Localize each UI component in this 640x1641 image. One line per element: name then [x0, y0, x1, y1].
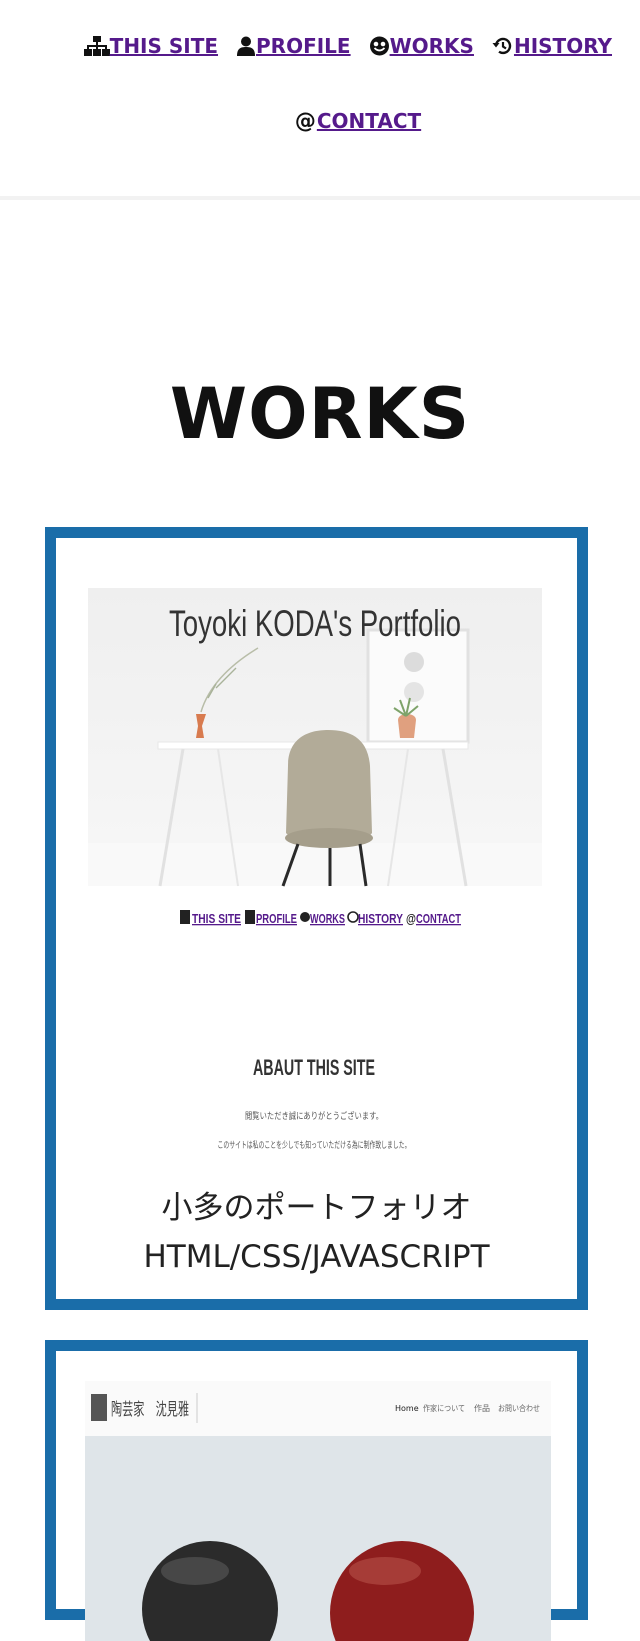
work-thumbnail-portfolio: Toyoki KODA's Portfolio THIS SITE PROFIL… — [88, 588, 542, 1198]
history-icon — [492, 37, 512, 55]
at-icon: @ — [294, 109, 316, 133]
work-tech-stack: HTML/CSS/JAVASCRIPT — [143, 1239, 490, 1275]
portfolio-screenshot-nav-item: PROFILE — [256, 911, 297, 926]
user-icon — [237, 36, 256, 56]
ceramics-screenshot-nav-item: お問い合わせ — [498, 1403, 540, 1413]
work-thumbnail-ceramics: 陶芸家 沈見雅 Home 作家について 作品 お問い合わせ — [85, 1381, 551, 1641]
portfolio-screenshot-image: Toyoki KODA's Portfolio THIS SITE PROFIL… — [88, 588, 542, 1151]
ceramics-screenshot-image: 陶芸家 沈見雅 Home 作家について 作品 お問い合わせ — [85, 1381, 551, 1641]
portfolio-screenshot-nav: THIS SITE PROFILE WORKS HISTORY @ CONTAC… — [180, 910, 461, 926]
nav-link-this-site[interactable]: THIS SITE — [83, 34, 219, 58]
portfolio-screenshot-section-title: ABAUT THIS SITE — [253, 1055, 375, 1080]
nav-link-contact[interactable]: @ CONTACT — [295, 109, 421, 133]
nav-label-works: WORKS — [389, 34, 474, 58]
portfolio-screenshot-nav-item: THIS SITE — [192, 911, 241, 926]
portfolio-screenshot-nav-item: WORKS — [310, 911, 345, 926]
ceramics-screenshot-brand: 陶芸家 沈見雅 — [111, 1400, 189, 1420]
nav-link-history[interactable]: HISTORY — [492, 34, 612, 58]
portfolio-screenshot-text-line: このサイトは私のことを少しでも知っていただける為に制作致しました。 — [218, 1139, 411, 1151]
work-title: 小多のポートフォリオ — [161, 1190, 472, 1226]
sitemap-icon — [83, 36, 110, 56]
nav-link-profile[interactable]: PROFILE — [236, 34, 351, 58]
nav-label-profile: PROFILE — [256, 34, 351, 58]
portfolio-screenshot-text-line: 閲覧いただき誠にありがとうございます。 — [245, 1110, 383, 1122]
portfolio-screenshot-nav-item: CONTACT — [416, 911, 461, 926]
nav-label-history: HISTORY — [513, 34, 612, 58]
portfolio-screenshot-at-icon: @ — [406, 911, 416, 926]
nav-label-contact: CONTACT — [316, 109, 422, 133]
face-icon — [369, 36, 389, 56]
portfolio-screenshot-nav-item: HISTORY — [358, 911, 403, 926]
page-title: WORKS — [169, 373, 471, 455]
ceramics-screenshot-nav-item: 作品 — [474, 1403, 490, 1413]
portfolio-screenshot-heading: Toyoki KODA's Portfolio — [169, 603, 461, 644]
work-card[interactable]: 陶芸家 沈見雅 Home 作家について 作品 お問い合わせ — [45, 1340, 588, 1641]
nav-row-secondary: @ CONTACT — [0, 109, 640, 133]
work-card[interactable]: Toyoki KODA's Portfolio THIS SITE PROFIL… — [45, 527, 588, 1310]
nav-link-works[interactable]: WORKS — [369, 34, 474, 58]
ceramics-screenshot-nav-item: 作家について — [423, 1403, 465, 1413]
top-navigation: THIS SITE PROFILE WORKS HISTORY @ CONTAC… — [0, 0, 640, 200]
ceramics-screenshot-nav-item: Home — [395, 1404, 419, 1413]
nav-row-primary: THIS SITE PROFILE WORKS HISTORY — [0, 34, 640, 58]
nav-label-this-site: THIS SITE — [109, 34, 219, 58]
